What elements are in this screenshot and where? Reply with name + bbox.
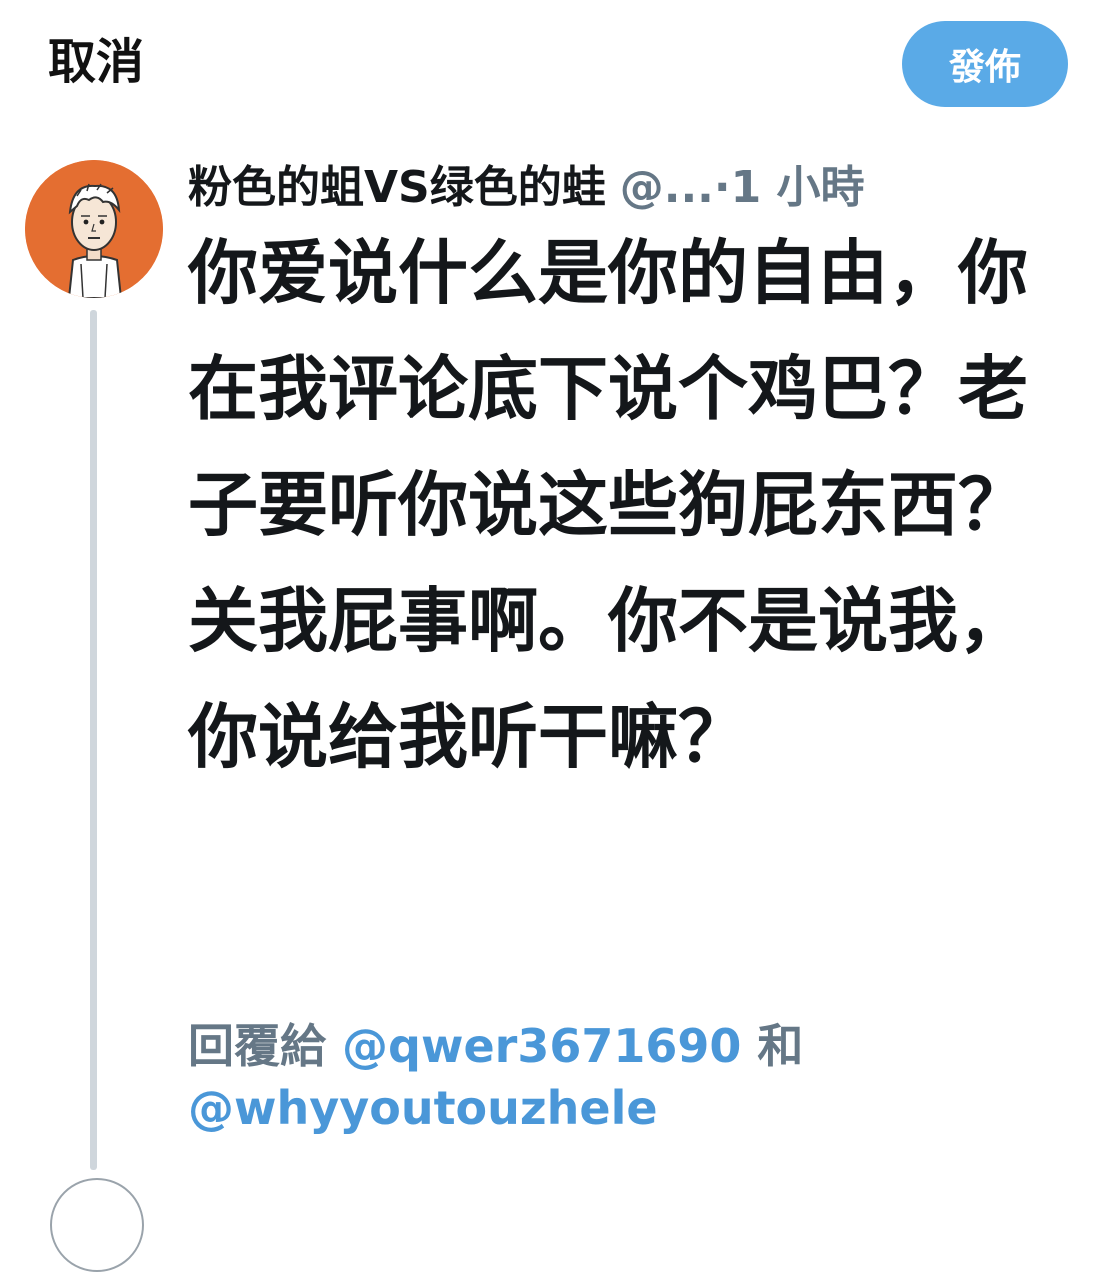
cancel-button[interactable]: 取消 [48,30,144,94]
tweet-text: 你爱说什么是你的自由，你在我评论底下说个鸡巴？老子要听你说这些狗屁东西？关我屁事… [188,232,1028,778]
separator-dot: · [713,162,731,213]
next-avatar [50,1178,144,1272]
mention-link[interactable]: @qwer3671690 [342,1019,741,1073]
tweet-header: 粉色的蛆VS绿色的蛙 @...·1 小時 [188,158,1093,218]
post-button[interactable]: 發佈 [902,21,1068,107]
reply-to: 回覆給 @qwer3671690 和 @whyyoutouzhele [188,1015,1068,1139]
post-button-label: 發佈 [948,47,1021,88]
cartoon-boy-avatar-icon [25,160,163,298]
avatar[interactable] [25,160,163,298]
thread-line [90,310,97,1170]
timestamp: 1 小時 [730,162,865,213]
mention-link[interactable]: @whyyoutouzhele [188,1081,658,1135]
reply-conjunction: 和 [757,1019,804,1073]
user-handle[interactable]: @... [620,162,714,213]
display-name[interactable]: 粉色的蛆VS绿色的蛙 [188,162,606,213]
reply-prefix: 回覆給 [188,1019,326,1073]
